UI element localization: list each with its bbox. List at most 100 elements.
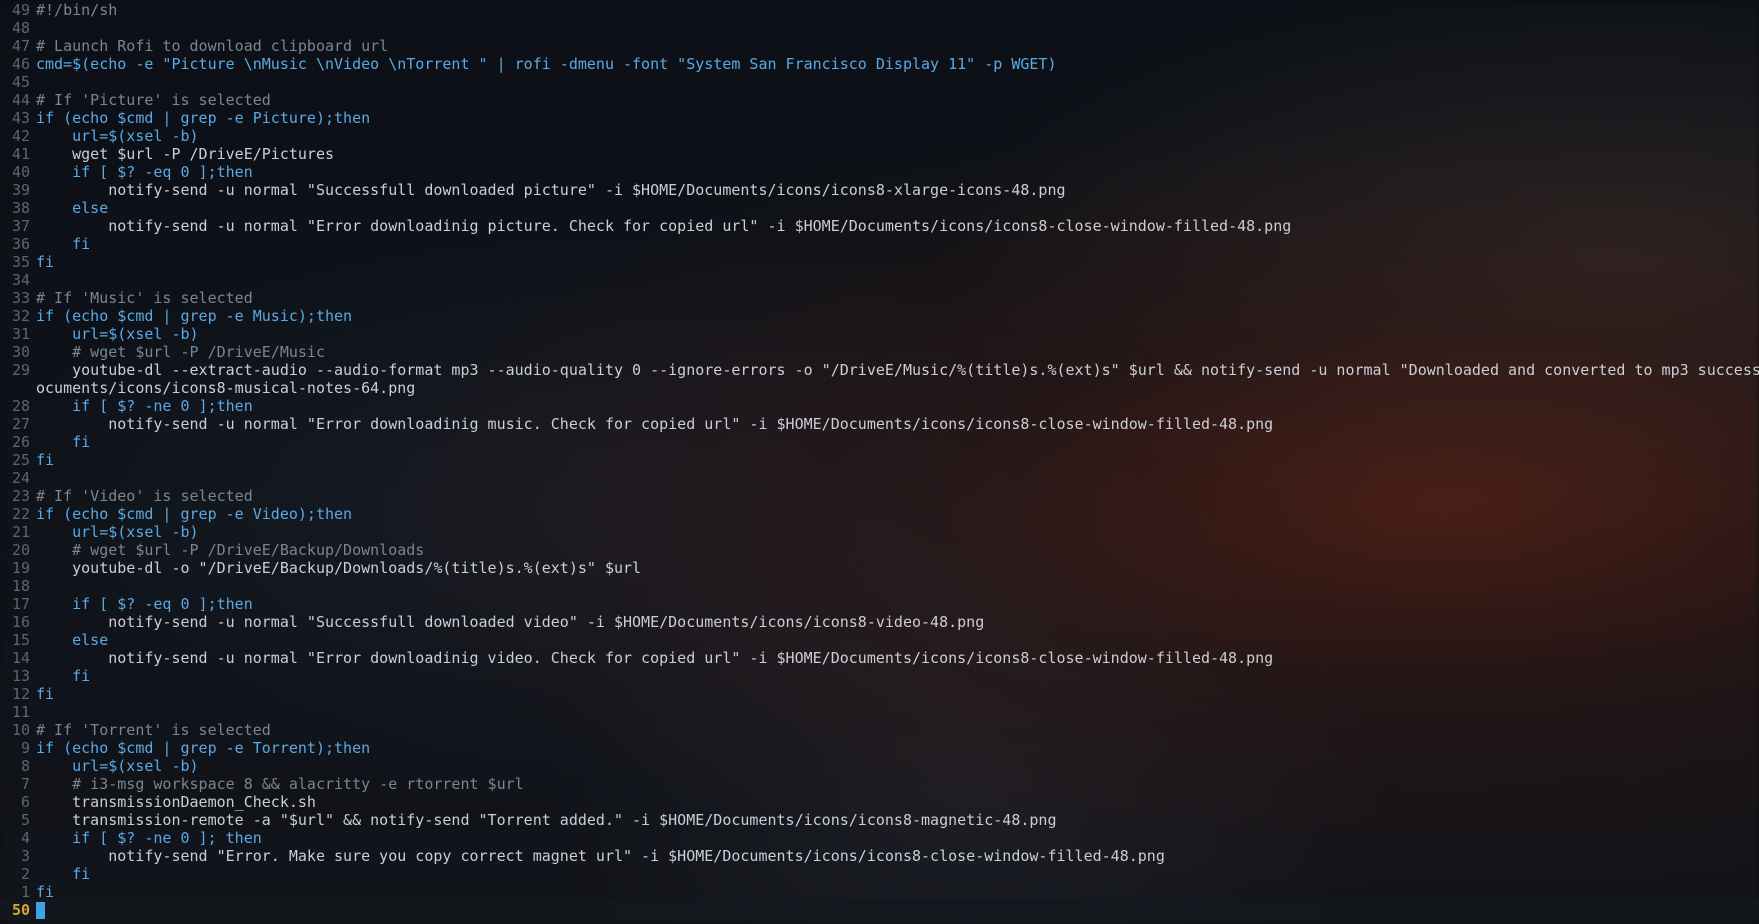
code-line[interactable]: 48 xyxy=(0,19,1759,37)
code-line[interactable]: 43 if (echo $cmd | grep -e Picture);then xyxy=(0,109,1759,127)
code-text: # Launch Rofi to download clipboard url xyxy=(36,37,389,55)
code-text: fi xyxy=(36,433,91,451)
code-line[interactable]: 1 fi xyxy=(0,883,1759,901)
line-number: 38 xyxy=(11,199,30,217)
code-text: youtube-dl -o "/DriveE/Backup/Downloads/… xyxy=(36,559,642,577)
code-text: # If 'Picture' is selected xyxy=(36,91,271,109)
line-number: 6 xyxy=(20,793,30,811)
code-line[interactable]: 22 if (echo $cmd | grep -e Video);then xyxy=(0,505,1759,523)
code-text: # If 'Torrent' is selected xyxy=(36,721,271,739)
code-text: notify-send -u normal "Successfull downl… xyxy=(36,613,985,631)
line-number: 43 xyxy=(11,109,30,127)
line-number: 1 xyxy=(20,883,30,901)
line-number: 29 xyxy=(11,361,30,379)
code-line[interactable]: 12 fi xyxy=(0,685,1759,703)
code-text: url=$(xsel -b) xyxy=(36,325,199,343)
code-line[interactable]: 20 # wget $url -P /DriveE/Backup/Downloa… xyxy=(0,541,1759,559)
line-number: 49 xyxy=(11,1,30,19)
code-line[interactable]: 37 notify-send -u normal "Error download… xyxy=(0,217,1759,235)
line-number: 46 xyxy=(11,55,30,73)
code-text: url=$(xsel -b) xyxy=(36,523,199,541)
code-text: fi xyxy=(36,235,91,253)
line-number: 22 xyxy=(11,505,30,523)
code-line[interactable]: 19 youtube-dl -o "/DriveE/Backup/Downloa… xyxy=(0,559,1759,577)
code-line[interactable]: 45 xyxy=(0,73,1759,91)
code-text: else xyxy=(36,199,109,217)
code-line[interactable]: 26 fi xyxy=(0,433,1759,451)
code-text: fi xyxy=(36,253,55,271)
code-line[interactable]: 36 fi xyxy=(0,235,1759,253)
terminal-text-editor[interactable]: 49 #!/bin/sh 48 47 # Launch Rofi to download… xyxy=(0,0,1759,924)
code-line[interactable]: 25 fi xyxy=(0,451,1759,469)
code-text: fi xyxy=(36,685,55,703)
code-line[interactable]: 41 wget $url -P /DriveE/Pictures xyxy=(0,145,1759,163)
code-line[interactable]: 35 fi xyxy=(0,253,1759,271)
line-number: 23 xyxy=(11,487,30,505)
code-text: fi xyxy=(36,667,91,685)
code-line[interactable]: 47 # Launch Rofi to download clipboard ur… xyxy=(0,37,1759,55)
code-text: transmission-remote -a "$url" && notify-… xyxy=(36,811,1057,829)
line-number: 47 xyxy=(11,37,30,55)
code-text: if [ $? -ne 0 ]; then xyxy=(36,829,262,847)
code-line[interactable]: 28 if [ $? -ne 0 ];then xyxy=(0,397,1759,415)
code-line[interactable]: 18 xyxy=(0,577,1759,595)
line-number: 27 xyxy=(11,415,30,433)
code-lines[interactable]: 49 #!/bin/sh 48 47 # Launch Rofi to download… xyxy=(0,1,1759,901)
code-line[interactable]: 44 # If 'Picture' is selected xyxy=(0,91,1759,109)
code-line[interactable]: 46 cmd=$(echo -e "Picture \nMusic \nVideo… xyxy=(0,55,1759,73)
code-line[interactable]: 27 notify-send -u normal "Error download… xyxy=(0,415,1759,433)
code-line[interactable]: 21 url=$(xsel -b) xyxy=(0,523,1759,541)
line-number: 11 xyxy=(11,703,30,721)
code-text: notify-send "Error. Make sure you copy c… xyxy=(36,847,1165,865)
code-line[interactable]: 10 # If 'Torrent' is selected xyxy=(0,721,1759,739)
line-number: 17 xyxy=(11,595,30,613)
line-number: 18 xyxy=(11,577,30,595)
line-number: 12 xyxy=(11,685,30,703)
code-line[interactable]: 3 notify-send "Error. Make sure you copy… xyxy=(0,847,1759,865)
code-line[interactable]: 42 url=$(xsel -b) xyxy=(0,127,1759,145)
line-number: 28 xyxy=(11,397,30,415)
code-text: cmd=$(echo -e "Picture \nMusic \nVideo \… xyxy=(36,55,1057,73)
line-number: 32 xyxy=(11,307,30,325)
code-line[interactable]: 7 # i3-msg workspace 8 && alacritty -e r… xyxy=(0,775,1759,793)
code-line[interactable]: 2 fi xyxy=(0,865,1759,883)
code-line[interactable]: 15 else xyxy=(0,631,1759,649)
line-number: 40 xyxy=(11,163,30,181)
code-line[interactable]: 38 else xyxy=(0,199,1759,217)
code-text: notify-send -u normal "Successfull downl… xyxy=(36,181,1066,199)
code-line[interactable]: 9 if (echo $cmd | grep -e Torrent);then xyxy=(0,739,1759,757)
code-line[interactable]: 33 # If 'Music' is selected xyxy=(0,289,1759,307)
code-line[interactable]: 16 notify-send -u normal "Successfull do… xyxy=(0,613,1759,631)
code-line[interactable]: 32 if (echo $cmd | grep -e Music);then xyxy=(0,307,1759,325)
code-line[interactable]: 6 transmissionDaemon_Check.sh xyxy=(0,793,1759,811)
code-line[interactable]: 49 #!/bin/sh xyxy=(0,1,1759,19)
code-line[interactable]: 4 if [ $? -ne 0 ]; then xyxy=(0,829,1759,847)
code-text: if [ $? -eq 0 ];then xyxy=(36,595,253,613)
line-number: 19 xyxy=(11,559,30,577)
code-line[interactable]: 30 # wget $url -P /DriveE/Music xyxy=(0,343,1759,361)
code-line[interactable]: 14 notify-send -u normal "Error download… xyxy=(0,649,1759,667)
current-line[interactable]: 50 xyxy=(0,900,1759,920)
code-line[interactable]: 5 transmission-remote -a "$url" && notif… xyxy=(0,811,1759,829)
code-text: fi xyxy=(36,451,55,469)
code-line[interactable]: 34 xyxy=(0,271,1759,289)
code-line[interactable]: 29 youtube-dl --extract-audio --audio-fo… xyxy=(0,361,1759,379)
line-number: 5 xyxy=(20,811,30,829)
code-line[interactable]: 23 # If 'Video' is selected xyxy=(0,487,1759,505)
code-line[interactable]: 8 url=$(xsel -b) xyxy=(0,757,1759,775)
code-line[interactable]: 39 notify-send -u normal "Successfull do… xyxy=(0,181,1759,199)
code-text: if [ $? -ne 0 ];then xyxy=(36,397,253,415)
code-line[interactable]: 24 xyxy=(0,469,1759,487)
code-text: if [ $? -eq 0 ];then xyxy=(36,163,253,181)
code-text: notify-send -u normal "Error downloadini… xyxy=(36,415,1274,433)
code-line[interactable]: 17 if [ $? -eq 0 ];then xyxy=(0,595,1759,613)
line-number: 31 xyxy=(11,325,30,343)
code-line[interactable]: 40 if [ $? -eq 0 ];then xyxy=(0,163,1759,181)
code-line[interactable]: 31 url=$(xsel -b) xyxy=(0,325,1759,343)
line-number: 44 xyxy=(11,91,30,109)
code-line[interactable]: ocuments/icons/icons8-musical-notes-64.p… xyxy=(0,379,1759,397)
code-line[interactable]: 13 fi xyxy=(0,667,1759,685)
line-number: 14 xyxy=(11,649,30,667)
code-line[interactable]: 11 xyxy=(0,703,1759,721)
line-number: 45 xyxy=(11,73,30,91)
